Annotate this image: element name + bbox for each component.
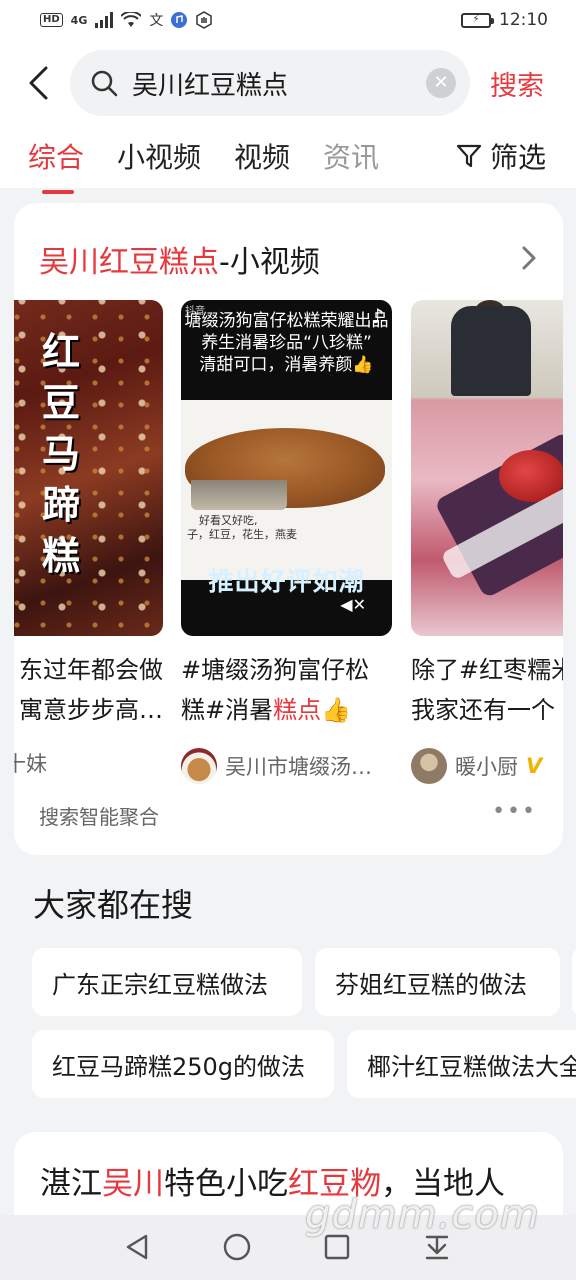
- search-suggestion-chip-partial[interactable]: [572, 948, 576, 1016]
- clear-icon[interactable]: ✕: [426, 68, 456, 98]
- popular-searches-title: 大家都在搜: [33, 886, 194, 924]
- signal-icon: [95, 12, 114, 28]
- thumbnail-note: 好看又好吃, 子，红豆，花生，燕麦: [187, 514, 297, 542]
- video-item[interactable]: 除了#红枣糯米 我家还有一个 暖小厨 V: [411, 300, 563, 784]
- video-title-line: 除了#红枣糯米: [411, 656, 563, 684]
- video-title[interactable]: 除了#红枣糯米 我家还有一个: [411, 650, 563, 730]
- author-name: 吴川市塘缀汤…: [225, 755, 372, 779]
- nav-back-icon[interactable]: [122, 1231, 154, 1263]
- clock: 12:10: [499, 10, 548, 30]
- video-author[interactable]: 冬十妹: [14, 748, 163, 778]
- thumbnail-caption-line: 塘缀汤狗富仔松糕荣耀出品: [184, 311, 389, 331]
- nav-home-icon[interactable]: [221, 1231, 253, 1263]
- music-app-icon: [171, 12, 188, 28]
- article-title-highlight: 吴川: [102, 1166, 164, 1202]
- wifi-icon: [121, 12, 142, 27]
- search-suggestion-chip[interactable]: 广东正宗红豆糕做法: [32, 948, 302, 1016]
- tab-video[interactable]: 视频: [234, 126, 290, 176]
- video-title-line: 糕#消暑糕点👍: [181, 690, 392, 730]
- short-video-card: 吴川红豆糕点-小视频 红豆马蹄糕 东过年都会做 寓意步步高… 冬十妹 抖音 ♪ …: [14, 203, 563, 855]
- article-title-text: 湛江: [40, 1166, 102, 1202]
- video-author[interactable]: 暖小厨 V: [411, 748, 563, 784]
- search-button[interactable]: 搜索: [490, 64, 544, 103]
- author-name: 冬十妹: [14, 752, 47, 776]
- filter-button[interactable]: 筛选: [437, 136, 546, 176]
- thumbnail-text: 红豆马蹄糕: [41, 329, 80, 578]
- back-arrow-icon: [29, 66, 48, 100]
- search-icon: [91, 70, 118, 97]
- video-thumbnail[interactable]: 红豆马蹄糕: [14, 300, 163, 636]
- hand-icon: [196, 11, 213, 29]
- card-title-highlight: 吴川红豆糕点: [39, 245, 219, 280]
- aggregation-label: 搜索智能聚合: [39, 805, 159, 829]
- search-suggestion-chip[interactable]: 芬姐红豆糕的做法: [315, 948, 560, 1016]
- video-title-line: 寓意步步高…: [19, 696, 163, 724]
- avatar: [181, 748, 217, 784]
- search-suggestion-chip[interactable]: 红豆马蹄糕250g的做法: [32, 1030, 334, 1098]
- thumbnail-note-line: 子，红豆，花生，燕麦: [187, 528, 297, 541]
- video-thumbnail[interactable]: 抖音 ♪ 塘缀汤狗富仔松糕荣耀出品 养生消暑珍品“八珍糕” 清甜可口，消暑养颜👍…: [181, 300, 392, 636]
- filter-label: 筛选: [489, 141, 546, 174]
- video-title-highlight: 糕点: [273, 696, 322, 724]
- tab-news[interactable]: 资讯: [323, 126, 379, 176]
- video-author[interactable]: 吴川市塘缀汤…: [181, 748, 392, 784]
- chevron-right-icon[interactable]: [517, 243, 541, 273]
- tab-short-video[interactable]: 小视频: [117, 126, 201, 176]
- author-name: 暖小厨: [455, 755, 518, 779]
- hd-badge: HD: [40, 13, 63, 27]
- search-query[interactable]: 吴川红豆糕点: [132, 65, 426, 102]
- video-title-line: 我家还有一个: [411, 696, 555, 724]
- video-title-text: 糕#消暑: [181, 696, 274, 724]
- thumbs-up-emoji: 👍: [321, 696, 351, 724]
- card-title-suffix: -小视频: [219, 245, 320, 280]
- translate-icon: 文: [149, 13, 164, 29]
- video-item[interactable]: 红豆马蹄糕 东过年都会做 寓意步步高… 冬十妹: [14, 300, 163, 778]
- mute-icon[interactable]: ◀✕: [340, 595, 366, 614]
- thumbnail-caption: 塘缀汤狗富仔松糕荣耀出品 养生消暑珍品“八珍糕” 清甜可口，消暑养颜👍: [181, 310, 392, 376]
- filter-icon: [456, 144, 482, 168]
- video-title-line: 东过年都会做: [19, 656, 163, 684]
- thumbnail-note-line: 好看又好吃,: [199, 514, 258, 527]
- verified-badge: V: [526, 754, 543, 778]
- video-item[interactable]: 抖音 ♪ 塘缀汤狗富仔松糕荣耀出品 养生消暑珍品“八珍糕” 清甜可口，消暑养颜👍…: [181, 300, 392, 784]
- search-suggestion-chip[interactable]: 椰汁红豆糕做法大全: [347, 1030, 576, 1098]
- more-options-icon[interactable]: •••: [492, 799, 537, 824]
- status-bar: HD 4G 文 ⚡ 12:10: [0, 0, 576, 40]
- article-title-text: 特色小吃: [164, 1166, 288, 1202]
- video-title-line: #塘缀汤狗富仔松: [181, 656, 370, 684]
- search-header: 吴川红豆糕点 ✕ 搜索: [0, 40, 576, 126]
- search-input[interactable]: 吴川红豆糕点 ✕: [70, 50, 470, 116]
- site-watermark: gdmm.com: [305, 1192, 540, 1238]
- tab-comprehensive[interactable]: 综合: [28, 126, 84, 194]
- thumbnail-caption-line: 养生消暑珍品“八珍糕”: [201, 333, 372, 353]
- card-title[interactable]: 吴川红豆糕点-小视频: [39, 237, 320, 281]
- result-tabs: 综合 小视频 视频 资讯 筛选: [0, 126, 576, 194]
- cake-slice: [191, 480, 287, 510]
- avatar: [411, 748, 447, 784]
- video-title[interactable]: 东过年都会做 寓意步步高…: [14, 650, 163, 730]
- video-title[interactable]: #塘缀汤狗富仔松 糕#消暑糕点👍: [181, 650, 392, 730]
- battery-icon: ⚡: [461, 12, 494, 28]
- back-button[interactable]: [8, 53, 68, 113]
- network-label: 4G: [70, 13, 88, 27]
- video-thumbnail[interactable]: [411, 300, 563, 636]
- thumbnail-slogan: 推出好评如潮: [208, 567, 365, 596]
- thumbnail-caption-line: 清甜可口，消暑养颜👍: [199, 355, 374, 375]
